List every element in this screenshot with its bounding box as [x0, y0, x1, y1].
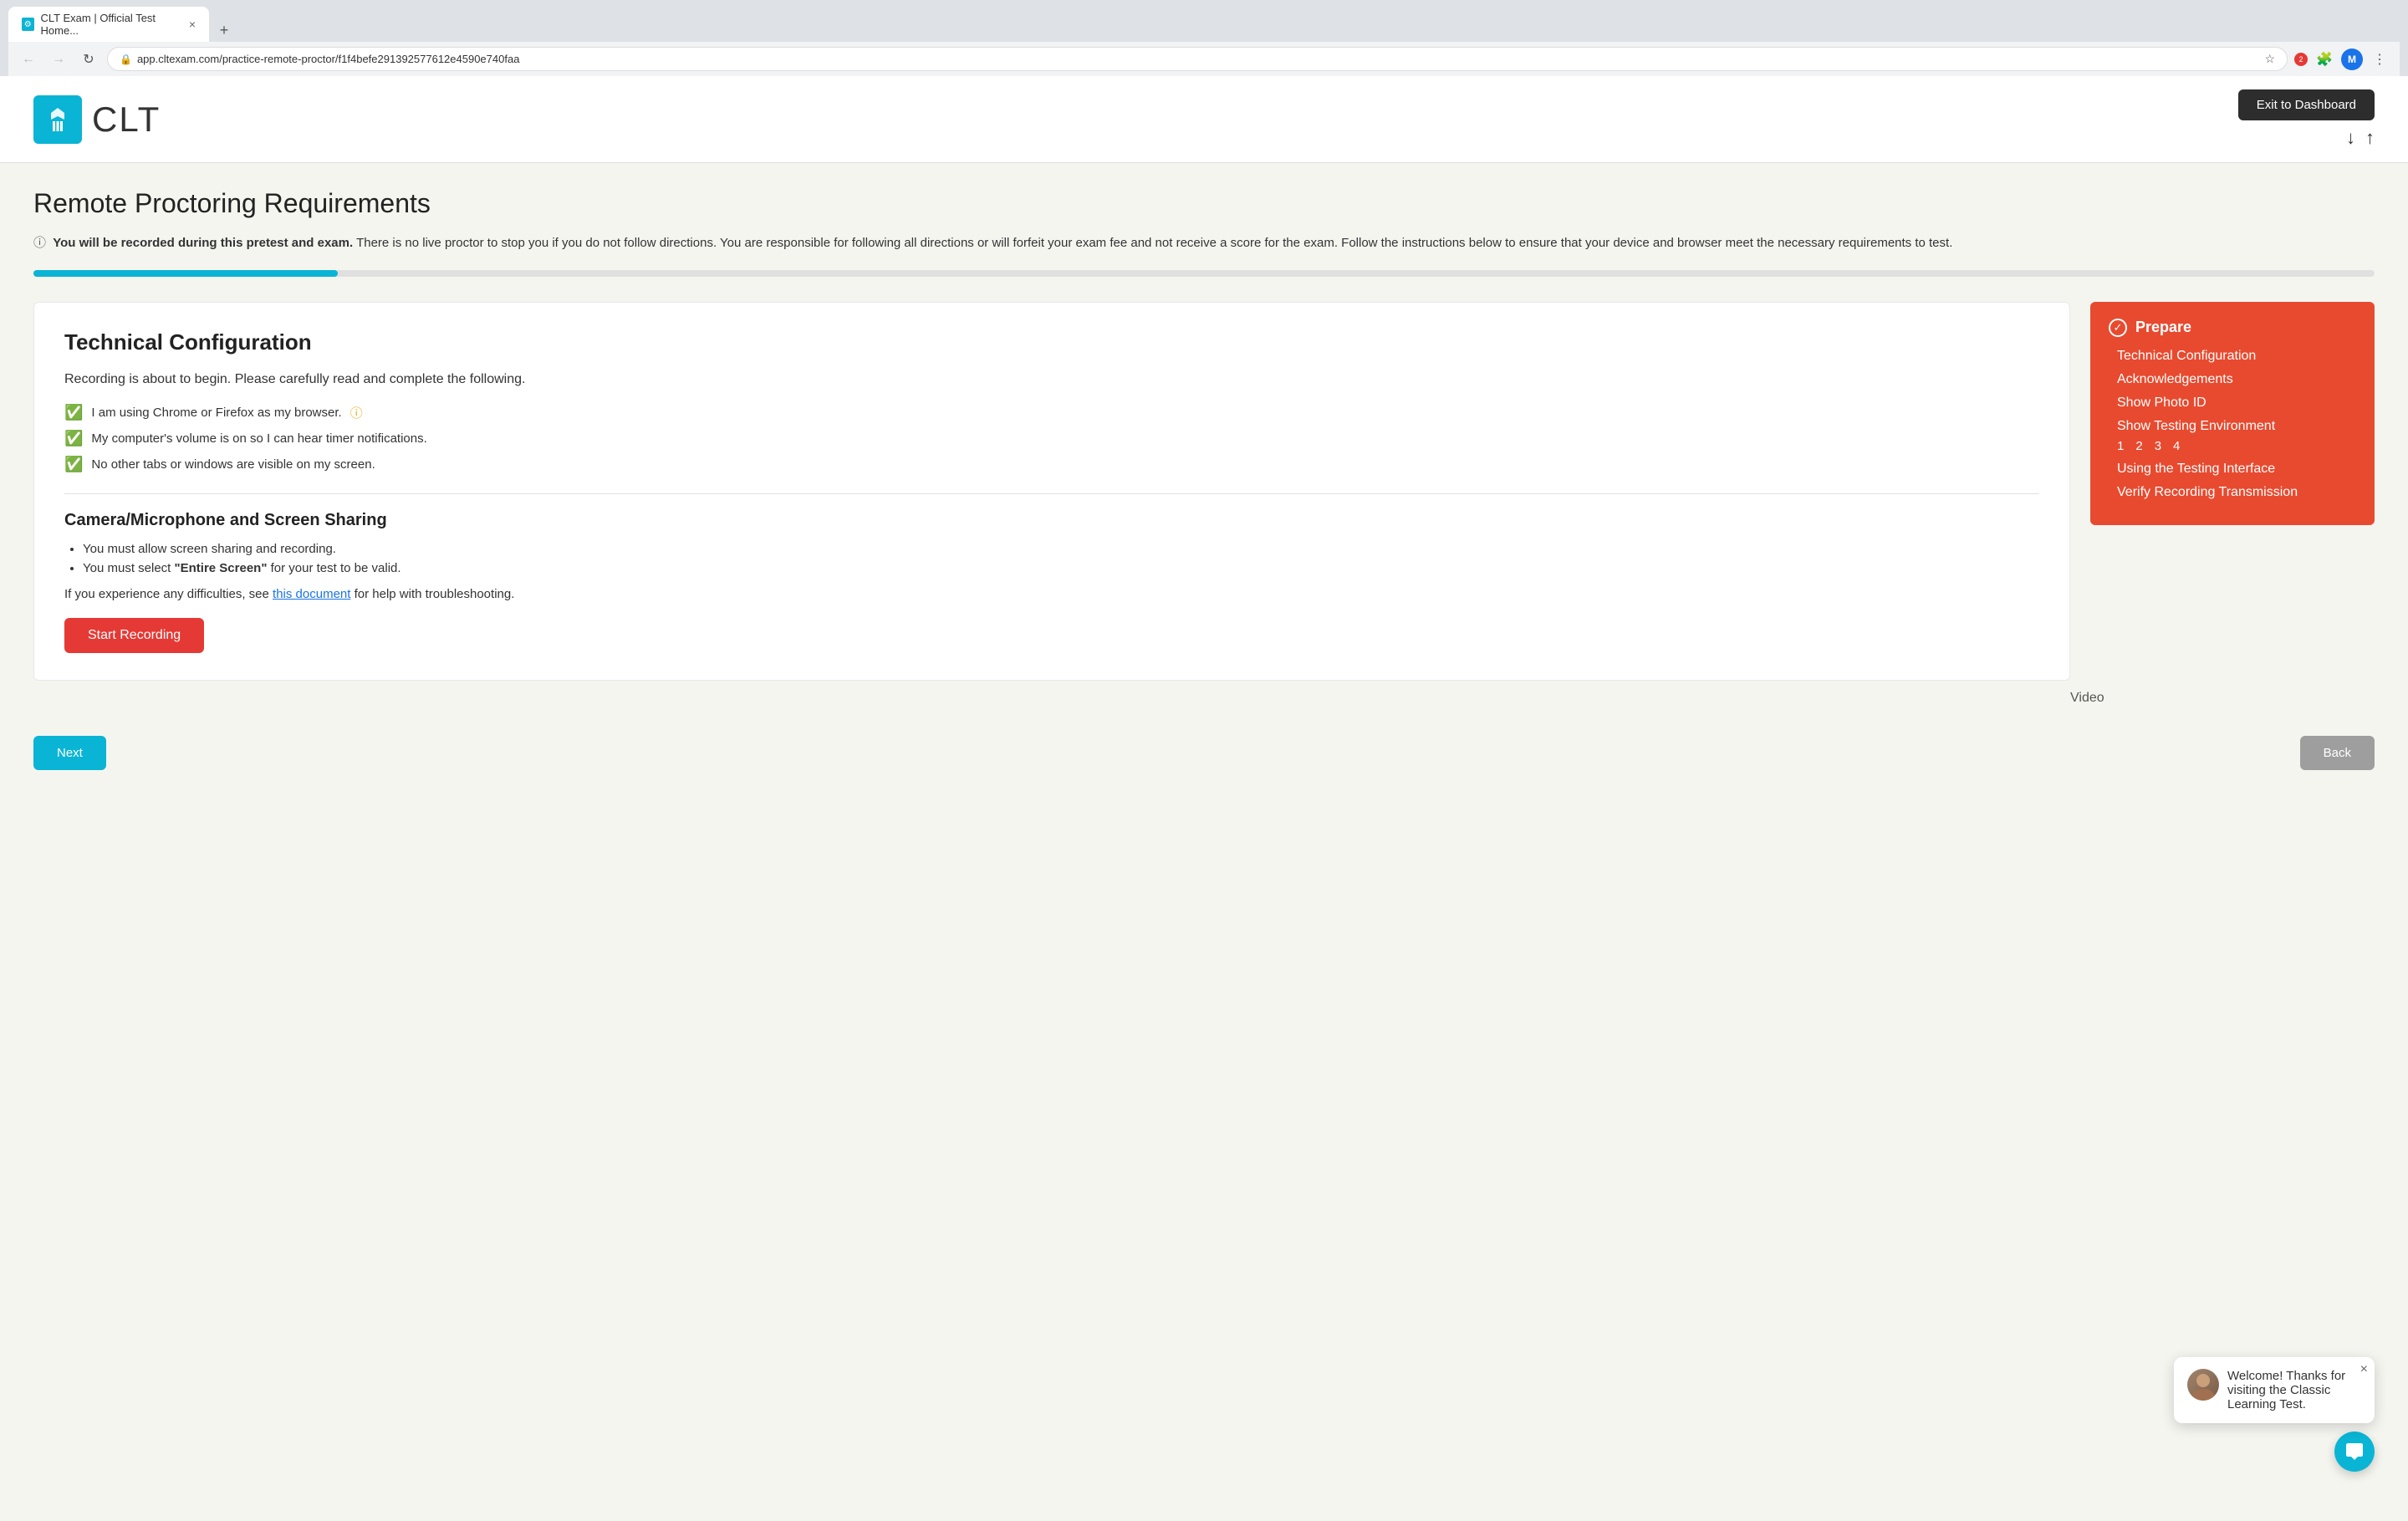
- checklist-text-1: I am using Chrome or Firefox as my brows…: [91, 406, 341, 420]
- chat-open-button[interactable]: [2334, 1432, 2375, 1472]
- checklist-item-1: ✅ I am using Chrome or Firefox as my bro…: [64, 404, 2039, 421]
- section-subtitle: Recording is about to begin. Please care…: [64, 372, 2039, 387]
- nav-arrows: ↓ ↑: [2346, 127, 2375, 149]
- header-right: Exit to Dashboard ↓ ↑: [2238, 89, 2375, 149]
- extensions-button[interactable]: 🧩: [2313, 48, 2336, 71]
- back-button[interactable]: ←: [17, 48, 40, 71]
- progress-bar-fill: [33, 270, 338, 277]
- bottom-back-button[interactable]: Back: [2300, 736, 2375, 770]
- browser-tabs: ⚙ CLT Exam | Official Test Home... × +: [8, 7, 2400, 42]
- checklist-text-3: No other tabs or windows are visible on …: [91, 457, 375, 472]
- sidebar-prepare: ✓ Prepare: [2109, 319, 2356, 337]
- check-icon-2: ✅: [64, 430, 83, 447]
- sidebar-item-verify-recording[interactable]: Verify Recording Transmission: [2117, 485, 2356, 500]
- section-divider: [64, 493, 2039, 494]
- main-area: Remote Proctoring Requirements ⓘ You wil…: [0, 163, 2408, 809]
- warning-rest-text: There is no live proctor to stop you if …: [356, 236, 1952, 250]
- url-display: app.cltexam.com/practice-remote-proctor/…: [137, 53, 2259, 65]
- start-recording-button[interactable]: Start Recording: [64, 618, 204, 653]
- page-header: CLT Exit to Dashboard ↓ ↑: [0, 76, 2408, 163]
- logo-svg: [41, 103, 74, 136]
- env-steps-row: 1 2 3 4: [2109, 439, 2356, 453]
- env-step-1: 1: [2117, 439, 2124, 453]
- right-sidebar: ✓ Prepare Technical Configuration Acknow…: [2090, 302, 2375, 525]
- page-title: Remote Proctoring Requirements: [33, 188, 2375, 219]
- browser-chrome: ⚙ CLT Exam | Official Test Home... × + ←…: [0, 0, 2408, 76]
- forward-button[interactable]: →: [47, 48, 70, 71]
- toolbar-right: 2 🧩 M ⋮: [2294, 48, 2391, 71]
- checklist-text-2: My computer's volume is on so I can hear…: [91, 431, 426, 446]
- chat-bubble: Welcome! Thanks for visiting the Classic…: [2174, 1357, 2375, 1423]
- sidebar-nav-list: Technical Configuration Acknowledgements…: [2109, 349, 2356, 434]
- nav-down-button[interactable]: ↓: [2346, 127, 2355, 149]
- exit-dashboard-button[interactable]: Exit to Dashboard: [2238, 89, 2375, 120]
- chat-message-text: Welcome! Thanks for visiting the Classic…: [2227, 1369, 2361, 1411]
- menu-button[interactable]: ⋮: [2368, 48, 2391, 71]
- help-text-prefix: If you experience any difficulties, see: [64, 587, 273, 601]
- lock-icon: 🔒: [120, 54, 132, 65]
- address-bar[interactable]: 🔒 app.cltexam.com/practice-remote-procto…: [107, 47, 2288, 71]
- chat-widget: Welcome! Thanks for visiting the Classic…: [2174, 1357, 2375, 1472]
- sidebar-item-acknowledgements[interactable]: Acknowledgements: [2117, 372, 2356, 387]
- nav-up-button[interactable]: ↑: [2365, 127, 2375, 149]
- sidebar-item-testing-interface[interactable]: Using the Testing Interface: [2117, 462, 2356, 477]
- help-text-suffix: for help with troubleshooting.: [355, 587, 515, 601]
- left-panel: Technical Configuration Recording is abo…: [33, 302, 2070, 681]
- sidebar-nav-list-2: Using the Testing Interface Verify Recor…: [2109, 462, 2356, 500]
- info-icon-1: ⓘ: [350, 404, 363, 421]
- warning-bold-text: You will be recorded during this pretest…: [53, 236, 353, 250]
- clt-logo-icon: [33, 95, 82, 144]
- page-content: CLT Exit to Dashboard ↓ ↑ Remote Proctor…: [0, 76, 2408, 1521]
- warning-icon: ⓘ: [33, 236, 46, 250]
- env-step-4: 4: [2173, 439, 2180, 453]
- browser-toolbar: ← → ↻ 🔒 app.cltexam.com/practice-remote-…: [8, 42, 2400, 76]
- content-grid: Technical Configuration Recording is abo…: [33, 302, 2375, 681]
- help-text: If you experience any difficulties, see …: [64, 587, 2039, 601]
- browser-tab-active[interactable]: ⚙ CLT Exam | Official Test Home... ×: [8, 7, 209, 42]
- new-tab-button[interactable]: +: [212, 18, 236, 42]
- camera-section-title: Camera/Microphone and Screen Sharing: [64, 511, 2039, 530]
- check-icon-3: ✅: [64, 456, 83, 473]
- logo-text: CLT: [92, 100, 161, 140]
- chat-icon: [2344, 1442, 2365, 1462]
- profile-button[interactable]: M: [2341, 48, 2363, 70]
- warning-banner: ⓘ You will be recorded during this prete…: [33, 234, 2375, 253]
- camera-bullet-list: You must allow screen sharing and record…: [64, 542, 2039, 575]
- bullet-item-2: You must select "Entire Screen" for your…: [83, 561, 2039, 575]
- logo-area: CLT: [33, 95, 161, 144]
- extensions-badge[interactable]: 2: [2294, 53, 2308, 66]
- help-link[interactable]: this document: [273, 587, 350, 601]
- progress-bar-container: [33, 270, 2375, 277]
- sidebar-item-technical-config[interactable]: Technical Configuration: [2117, 349, 2356, 364]
- tab-title: CLT Exam | Official Test Home...: [41, 12, 182, 37]
- bullet-item-1: You must allow screen sharing and record…: [83, 542, 2039, 556]
- check-icon-1: ✅: [64, 404, 83, 421]
- chat-close-button[interactable]: ×: [2360, 1362, 2368, 1377]
- bottom-nav: Next Back: [33, 722, 2375, 783]
- chat-avatar: [2187, 1369, 2219, 1401]
- prepare-label: Prepare: [2135, 319, 2191, 336]
- env-step-3: 3: [2155, 439, 2161, 453]
- section-title: Technical Configuration: [64, 329, 2039, 355]
- checklist-item-2: ✅ My computer's volume is on so I can he…: [64, 430, 2039, 447]
- env-step-2: 2: [2135, 439, 2142, 453]
- bottom-next-button[interactable]: Next: [33, 736, 106, 770]
- tab-favicon: ⚙: [22, 18, 34, 31]
- bookmark-icon: ☆: [2264, 52, 2275, 66]
- checklist-item-3: ✅ No other tabs or windows are visible o…: [64, 456, 2039, 473]
- video-label: Video: [2070, 684, 2104, 712]
- avatar-svg: [2187, 1369, 2219, 1401]
- reload-button[interactable]: ↻: [77, 48, 100, 71]
- checklist: ✅ I am using Chrome or Firefox as my bro…: [64, 404, 2039, 473]
- sidebar-item-show-testing-env[interactable]: Show Testing Environment: [2117, 419, 2356, 434]
- sidebar-item-show-photo-id[interactable]: Show Photo ID: [2117, 396, 2356, 411]
- prepare-check-circle: ✓: [2109, 319, 2127, 337]
- tab-close-button[interactable]: ×: [189, 18, 196, 31]
